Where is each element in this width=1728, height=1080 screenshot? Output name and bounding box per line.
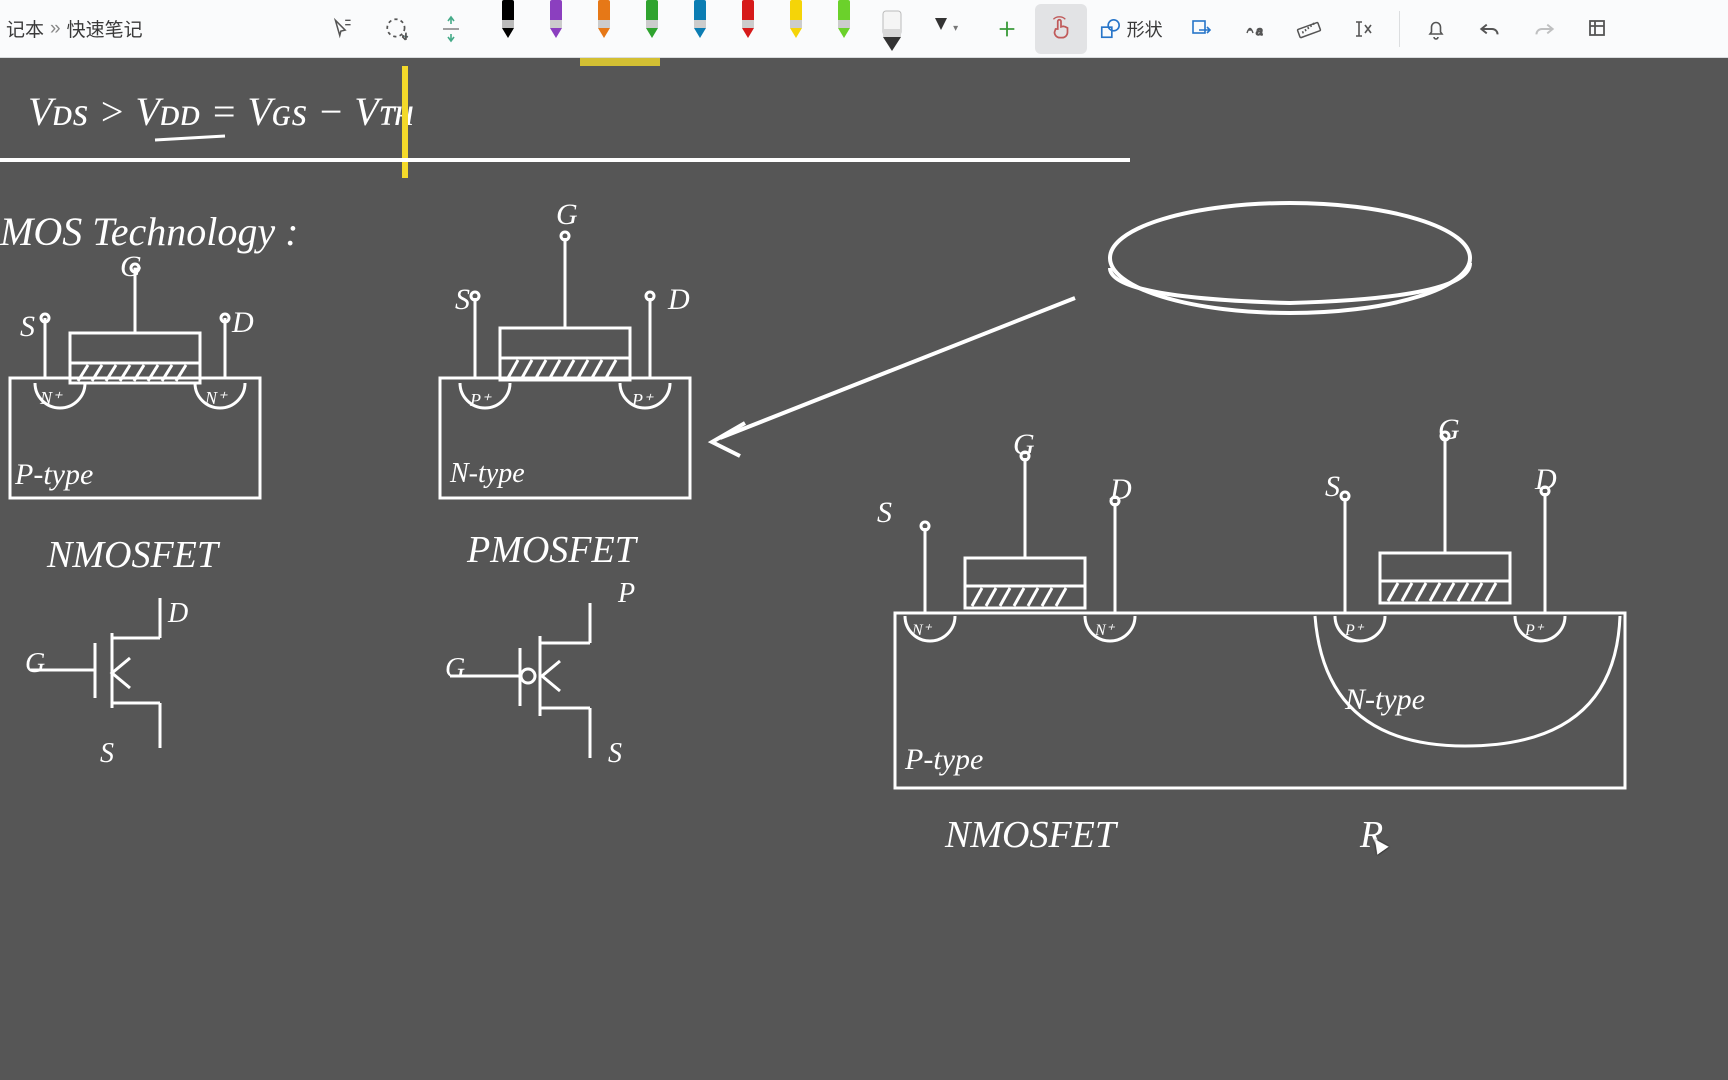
- pen-red[interactable]: [727, 0, 769, 40]
- text-cursor-tool[interactable]: [317, 4, 369, 54]
- label-ntype1: N-type: [450, 458, 525, 490]
- label-pplus4: P⁺: [1525, 620, 1543, 640]
- shapes-label: 形状: [1127, 16, 1163, 42]
- redo-button[interactable]: [1518, 4, 1570, 54]
- insert-space-tool[interactable]: [425, 4, 477, 54]
- math-button[interactable]: [1337, 4, 1389, 54]
- pen-black[interactable]: [487, 0, 529, 40]
- label-g2: G: [556, 198, 578, 232]
- label-g3: G: [1013, 428, 1035, 462]
- label-s2: S: [455, 283, 470, 317]
- label-ntype2: N-type: [1345, 683, 1425, 717]
- label-nplus4: N⁺: [1095, 620, 1114, 640]
- touch-draw-toggle[interactable]: [1035, 4, 1087, 54]
- breadcrumb[interactable]: 记本 » 快速笔记: [6, 15, 183, 42]
- svg-text:+: +: [402, 30, 408, 41]
- label-nplus2: N⁺: [205, 388, 227, 409]
- label-pplus2: P⁺: [632, 390, 653, 411]
- label-d1: D: [232, 306, 254, 340]
- label-pmosfet: PMOSFET: [467, 528, 636, 572]
- label-d2: D: [668, 283, 690, 317]
- label-symP: P: [618, 578, 635, 610]
- more-button[interactable]: [1572, 4, 1624, 54]
- pen-green[interactable]: [631, 0, 673, 40]
- label-symD1: D: [168, 598, 188, 630]
- pen-yellow[interactable]: [775, 0, 817, 40]
- pen-lime[interactable]: [823, 0, 865, 40]
- label-symG2: G: [445, 653, 465, 685]
- label-symS1: S: [100, 738, 114, 770]
- label-g1: G: [120, 250, 142, 284]
- label-nmosfet2: NMOSFET: [945, 813, 1116, 857]
- label-d4: D: [1535, 463, 1557, 497]
- eraser-tool[interactable]: [871, 9, 913, 49]
- pen-options-dropdown[interactable]: ▾: [919, 14, 971, 44]
- label-s4: S: [1325, 470, 1340, 504]
- label-pplus1: P⁺: [470, 390, 491, 411]
- heading-text: MOS Technology :: [0, 208, 298, 255]
- undo-button[interactable]: [1464, 4, 1516, 54]
- breadcrumb-sep: »: [50, 18, 61, 40]
- label-symG1: G: [25, 648, 45, 680]
- chevron-down-icon: ▾: [953, 23, 958, 34]
- label-nplus3: N⁺: [912, 620, 931, 640]
- label-pplus3: P⁺: [1345, 620, 1363, 640]
- svg-text:a: a: [1256, 24, 1263, 38]
- shapes-icon: [1099, 18, 1121, 40]
- lasso-tool[interactable]: +: [371, 4, 423, 54]
- pen-purple[interactable]: [535, 0, 577, 40]
- shapes-button[interactable]: 形状: [1089, 4, 1173, 54]
- label-ptype2: P-type: [905, 743, 983, 777]
- label-nmosfet1: NMOSFET: [47, 533, 218, 577]
- pen-orange[interactable]: [583, 0, 625, 40]
- pen-palette: ▾: [487, 0, 971, 58]
- label-symS2: S: [608, 738, 622, 770]
- ink-to-text-button[interactable]: a: [1229, 4, 1281, 54]
- top-toolbar: 记本 » 快速笔记 +: [0, 0, 1728, 58]
- notifications-button[interactable]: [1410, 4, 1462, 54]
- label-g4: G: [1438, 413, 1460, 447]
- label-s1: S: [20, 310, 35, 344]
- toolbar-divider: [1399, 11, 1400, 47]
- breadcrumb-notebook[interactable]: 记本: [6, 15, 44, 42]
- label-nplus1: N⁺: [40, 388, 62, 409]
- label-ptype1: P-type: [15, 458, 93, 492]
- label-d3: D: [1110, 473, 1132, 507]
- add-pen-button[interactable]: [981, 4, 1033, 54]
- label-s3: S: [877, 496, 892, 530]
- pen-blue[interactable]: [679, 0, 721, 40]
- drawing-canvas[interactable]: Vᴅs > Vᴅᴅ = Vɢs − Vᴛʜ: [0, 58, 1728, 1080]
- ink-to-shape-button[interactable]: [1175, 4, 1227, 54]
- ruler-button[interactable]: [1283, 4, 1335, 54]
- breadcrumb-page[interactable]: 快速笔记: [67, 15, 143, 42]
